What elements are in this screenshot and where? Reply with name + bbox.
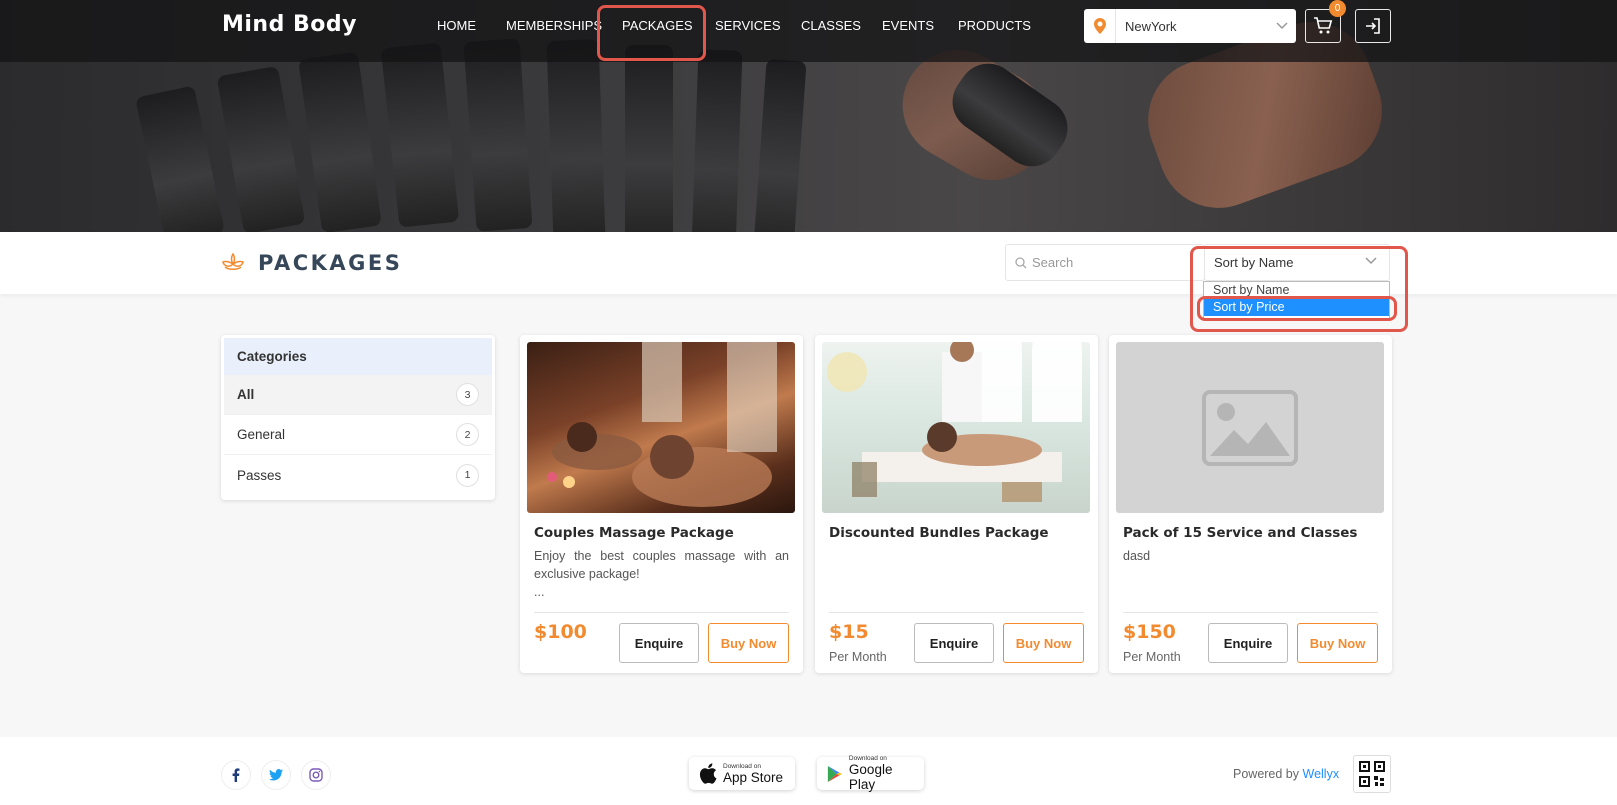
nav-services[interactable]: SERVICES [715,18,781,33]
app-store-text: App Store [723,769,784,785]
location-select[interactable]: NewYork [1084,9,1296,43]
package-card: Pack of 15 Service and Classes dasd $150… [1109,335,1392,673]
categories-heading: Categories [224,338,492,375]
chevron-down-icon [1268,22,1296,30]
search-input[interactable] [1032,255,1192,270]
cart-count-badge: 0 [1329,0,1346,17]
nav-home[interactable]: HOME [437,18,476,33]
twitter-icon[interactable] [261,760,291,790]
sort-option-highlight [1197,296,1397,321]
package-price: $15 [829,621,869,643]
search-box [1005,244,1205,281]
google-play-badge[interactable]: Download on Google Play [817,755,924,792]
instagram-icon[interactable] [301,760,331,790]
price-period: Per Month [1123,650,1181,664]
category-label: General [237,427,286,442]
nav-memberships[interactable]: MEMBERSHIPS [506,18,602,33]
app-store-small-text: Download on [723,762,761,770]
nav-packages-highlight [597,5,706,61]
category-label: Passes [237,467,282,483]
wellyx-link[interactable]: Wellyx [1303,767,1340,781]
enquire-button[interactable]: Enquire [914,623,994,663]
package-description: dasd [1123,549,1151,563]
package-card: Discounted Bundles Package $15 Per Month… [815,335,1098,673]
category-count: 2 [456,423,479,446]
buy-now-button[interactable]: Buy Now [1297,623,1378,663]
search-icon [1015,256,1027,268]
spa-massage-image[interactable] [822,342,1090,513]
site-logo[interactable]: Mind Body [222,12,357,37]
buy-now-button[interactable]: Buy Now [1003,623,1084,663]
qr-code-icon[interactable] [1353,755,1391,793]
enquire-button[interactable]: Enquire [1208,623,1288,663]
enquire-button[interactable]: Enquire [619,623,699,663]
category-count: 1 [456,463,479,487]
buy-now-button[interactable]: Buy Now [708,623,789,663]
package-price: $100 [534,621,587,643]
package-card: Couples Massage Package Enjoy the best c… [520,335,803,673]
image-placeholder-icon [1202,389,1298,466]
location-value: NewYork [1125,18,1177,34]
package-price: $150 [1123,621,1176,643]
category-label: All [237,387,255,402]
google-play-small-text: Download on [848,755,887,762]
powered-by: Powered by Wellyx [1233,767,1340,781]
package-name[interactable]: Discounted Bundles Package [829,525,1049,541]
package-description: Enjoy the best couples massage with an e… [534,549,789,599]
placeholder-image[interactable] [1116,342,1384,513]
google-play-icon [827,765,843,782]
package-name[interactable]: Couples Massage Package [534,525,734,541]
package-name[interactable]: Pack of 15 Service and Classes [1123,525,1357,541]
login-icon [1366,18,1380,34]
map-pin-icon [1084,9,1116,43]
footer: Download on App Store Download on Google… [0,737,1617,805]
lotus-icon [221,252,245,277]
category-passes[interactable]: Passes 1 [224,455,492,495]
facebook-icon[interactable] [221,760,251,790]
app-store-badge[interactable]: Download on App Store [689,757,795,790]
login-button[interactable] [1355,9,1391,43]
apple-icon [699,763,717,784]
google-play-text: Google Play [848,762,893,792]
categories-panel: Categories All 3 General 2 Passes 1 [221,335,495,500]
category-count: 3 [456,383,479,406]
category-all[interactable]: All 3 [224,375,492,415]
nav-products[interactable]: PRODUCTS [958,18,1031,33]
category-general[interactable]: General 2 [224,415,492,455]
nav-events[interactable]: EVENTS [882,18,934,33]
cart-button[interactable]: 0 [1305,0,1346,43]
page-title: PACKAGES [258,251,403,275]
price-period: Per Month [829,650,887,664]
cart-icon [1314,17,1333,34]
couples-massage-image[interactable] [527,342,795,513]
nav-classes[interactable]: CLASSES [801,18,861,33]
